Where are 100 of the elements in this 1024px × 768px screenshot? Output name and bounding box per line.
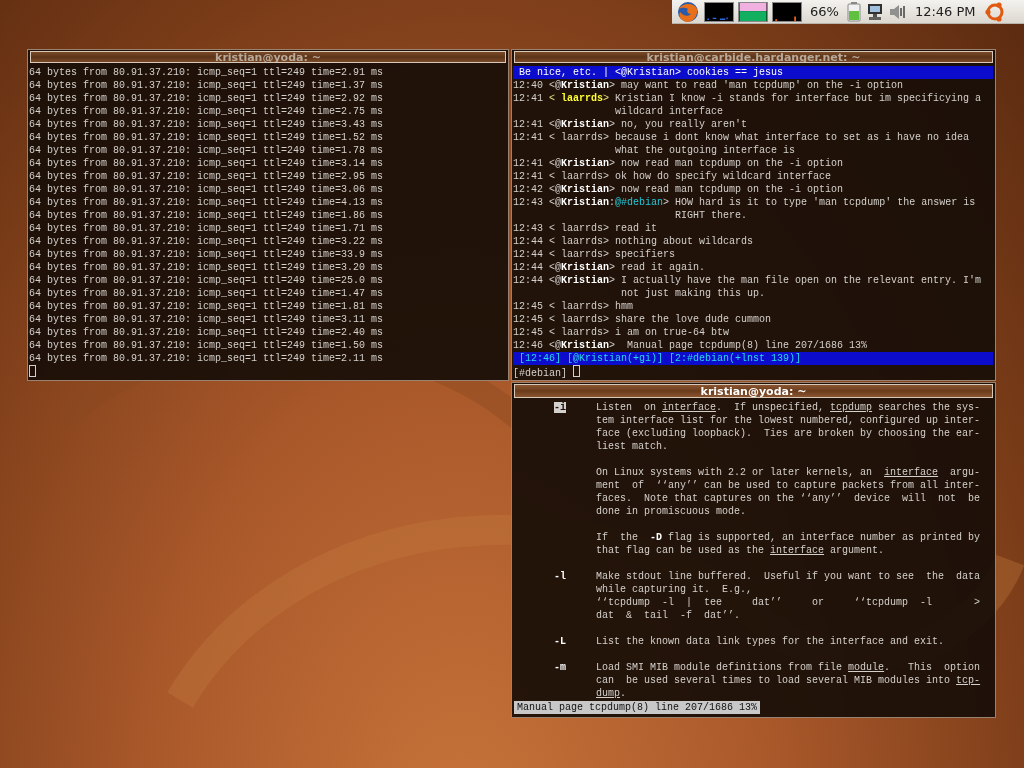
message-text: ok how do specify wildcard interface: [615, 170, 833, 183]
message-time: 12:43: [513, 222, 543, 235]
terminal-line: 64 bytes from 80.91.37.210: icmp_seq=1 ttl=249 time=1.47 ms: [29, 287, 384, 300]
message-text: Manual page tcpdump(8) line 207/1686 13%: [626, 339, 869, 352]
status-item: [@Kristian(+gi)]: [567, 353, 664, 364]
pager-status: Manual page tcpdump(8) line 207/1686 13%: [514, 701, 761, 714]
message-nick: < laarrds>: [549, 235, 610, 248]
message-text: specifiers: [615, 248, 677, 261]
message-time: 12:41: [513, 131, 543, 145]
message-time: 12:41: [513, 118, 543, 131]
ubuntu-logo-icon[interactable]: [983, 0, 1006, 23]
message-text: HOW hard is it to type 'man tcpdump' the answer is RIGHT there.: [675, 196, 977, 222]
message-time: 12:45: [513, 326, 543, 339]
network-graph[interactable]: [772, 1, 802, 22]
cpu-graph[interactable]: [704, 1, 734, 22]
terminal-line: 64 bytes from 80.91.37.210: icmp_seq=1 ttl=249 time=2.11 ms: [29, 352, 384, 365]
man-paragraph: If the -D flag is supported, an interface number as printed by that flag can be used as the interface argument.: [596, 531, 981, 557]
terminal-line: 64 bytes from 80.91.37.210: icmp_seq=1 ttl=249 time=25.0 ms: [29, 274, 384, 287]
man-paragraph: Listen on interface. If unspecified, tcpdump searches the sys- tem interface list for the lowest numbered, configured up inter- face (excluding loopback). Ties are broken by choosing the ear- liest match.: [596, 401, 981, 453]
message-time: 12:42: [513, 183, 543, 196]
message-text: now read man tcpdump on the -i option: [621, 157, 845, 170]
option-label: -m: [554, 662, 566, 673]
message-time: 12:41: [513, 92, 543, 106]
message-nick: < laarrds>: [549, 313, 610, 326]
message-text: hmm: [615, 300, 635, 313]
message-nick: <@Kristian>: [549, 261, 616, 274]
message-nick: < laarrds>: [549, 222, 610, 235]
message-text: now read man tcpdump on the -i option: [621, 183, 845, 196]
option-label: -L: [554, 636, 566, 647]
man-paragraph: List the known data link types for the interface and exit.: [596, 635, 945, 648]
message-time: 12:45: [513, 300, 543, 313]
message-time: 12:41: [513, 170, 543, 183]
message-text: read it: [615, 222, 659, 235]
terminal-line: 64 bytes from 80.91.37.210: icmp_seq=1 ttl=249 time=3.20 ms: [29, 261, 384, 274]
message-nick: <@Kristian>: [549, 339, 616, 352]
terminal-line: 64 bytes from 80.91.37.210: icmp_seq=1 ttl=249 time=2.92 ms: [29, 92, 384, 105]
message-time: 12:44: [513, 235, 543, 248]
window-title: kristian@carbide.hardanger.net: ~: [514, 51, 993, 63]
message-time: 12:44: [513, 261, 543, 274]
message-time: 12:45: [513, 313, 543, 326]
message-time: 12:43: [513, 196, 543, 210]
message-nick: < laarrds>: [549, 326, 610, 339]
terminal-line: 64 bytes from 80.91.37.210: icmp_seq=1 ttl=249 time=2.75 ms: [29, 105, 384, 118]
man-paragraph: Load SMI MIB module definitions from file module. This option can be used several times to load several MIB modules into tcp- dump.: [596, 661, 981, 700]
terminal-line: 64 bytes from 80.91.37.210: icmp_seq=1 ttl=249 time=1.50 ms: [29, 339, 384, 352]
status-item: [12:46]: [519, 353, 561, 364]
message-text: i am on true-64 btw: [615, 326, 731, 339]
terminal-line: 64 bytes from 80.91.37.210: icmp_seq=1 ttl=249 time=4.13 ms: [29, 196, 384, 209]
message-nick: <@Kristian:@#debian>: [549, 196, 670, 210]
terminal-line: 64 bytes from 80.91.37.210: icmp_seq=1 ttl=249 time=1.52 ms: [29, 131, 384, 144]
message-time: 12:46: [513, 339, 543, 352]
terminal-line: 64 bytes from 80.91.37.210: icmp_seq=1 ttl=249 time=3.14 ms: [29, 157, 384, 170]
terminal-line: 64 bytes from 80.91.37.210: icmp_seq=1 ttl=249 time=3.06 ms: [29, 183, 384, 196]
battery-percent: 66%: [809, 4, 840, 19]
window-title: kristian@yoda: ~: [514, 384, 993, 398]
message-text: may want to read 'man tcpdump' on the -i option: [621, 79, 905, 92]
message-time: 12:44: [513, 274, 543, 288]
window-title: kristian@yoda: ~: [30, 51, 506, 63]
terminal-line: 64 bytes from 80.91.37.210: icmp_seq=1 ttl=249 time=1.71 ms: [29, 222, 384, 235]
terminal-line: 64 bytes from 80.91.37.210: icmp_seq=1 ttl=249 time=2.91 ms: [29, 66, 384, 79]
message-nick: <@Kristian>: [549, 118, 616, 131]
message-nick: <@Kristian>: [549, 274, 616, 288]
status-item: [2:#debian(+lnst 139)]: [669, 353, 802, 364]
terminal-line: 64 bytes from 80.91.37.210: icmp_seq=1 ttl=249 time=2.40 ms: [29, 326, 384, 339]
terminal-line: 64 bytes from 80.91.37.210: icmp_seq=1 ttl=249 time=1.37 ms: [29, 79, 384, 92]
terminal-line: 64 bytes from 80.91.37.210: icmp_seq=1 ttl=249 time=1.86 ms: [29, 209, 384, 222]
message-text: nothing about wildcards: [615, 235, 755, 248]
volume-icon[interactable]: [888, 3, 907, 20]
message-time: 12:41: [513, 157, 543, 170]
clock[interactable]: 12:46 PM: [910, 4, 980, 19]
terminal-line: 64 bytes from 80.91.37.210: icmp_seq=1 ttl=249 time=3.11 ms: [29, 313, 384, 326]
terminal-line: 64 bytes from 80.91.37.210: icmp_seq=1 ttl=249 time=3.43 ms: [29, 118, 384, 131]
cursor: [573, 365, 581, 377]
memory-graph[interactable]: [738, 1, 768, 22]
input-prompt: [#debian]: [513, 368, 567, 379]
message-text: share the love dude cummon: [615, 313, 773, 326]
message-text: no, you really aren't: [621, 118, 749, 131]
man-paragraph: Make stdout line buffered. Useful if you want to see the data while capturing it. E.g., ‘‘tcpdump -l | tee dat’’ or ‘‘tcpdump -l > dat & tail -f dat’’.: [596, 570, 981, 622]
message-text: read it again.: [621, 261, 707, 274]
message-nick: < laarrds>: [549, 248, 610, 261]
man-paragraph: On Linux systems with 2.2 or later kernels, an interface argu- ment of ‘‘any’’ can be used to capture packets from all inter- faces. Note that captures on the ‘‘any’’ device will not be done in promiscuous mode.: [596, 466, 981, 518]
message-nick: < laarrds>: [549, 170, 610, 183]
terminal-line: 64 bytes from 80.91.37.210: icmp_seq=1 ttl=249 time=1.78 ms: [29, 144, 384, 157]
terminal-line: 64 bytes from 80.91.37.210: icmp_seq=1 ttl=249 time=1.81 ms: [29, 300, 384, 313]
terminal-line: 64 bytes from 80.91.37.210: icmp_seq=1 ttl=249 time=33.9 ms: [29, 248, 384, 261]
message-nick: < laarrds>: [549, 92, 610, 106]
message-time: 12:40: [513, 79, 543, 92]
cursor: [29, 365, 36, 377]
option-label: -i: [554, 402, 566, 413]
firefox-icon[interactable]: [676, 0, 700, 23]
message-time: 12:44: [513, 248, 543, 261]
message-nick: < laarrds>: [549, 131, 610, 145]
message-nick: < laarrds>: [549, 300, 610, 313]
terminal-line: 64 bytes from 80.91.37.210: icmp_seq=1 ttl=249 time=3.22 ms: [29, 235, 384, 248]
message-nick: <@Kristian>: [549, 157, 616, 170]
channel-topic: Be nice, etc. | <@Kristian> cookies == jesus: [513, 66, 994, 79]
option-label: -l: [554, 571, 566, 582]
message-nick: <@Kristian>: [549, 183, 616, 196]
message-nick: <@Kristian>: [549, 79, 616, 92]
terminal-line: 64 bytes from 80.91.37.210: icmp_seq=1 ttl=249 time=2.95 ms: [29, 170, 384, 183]
